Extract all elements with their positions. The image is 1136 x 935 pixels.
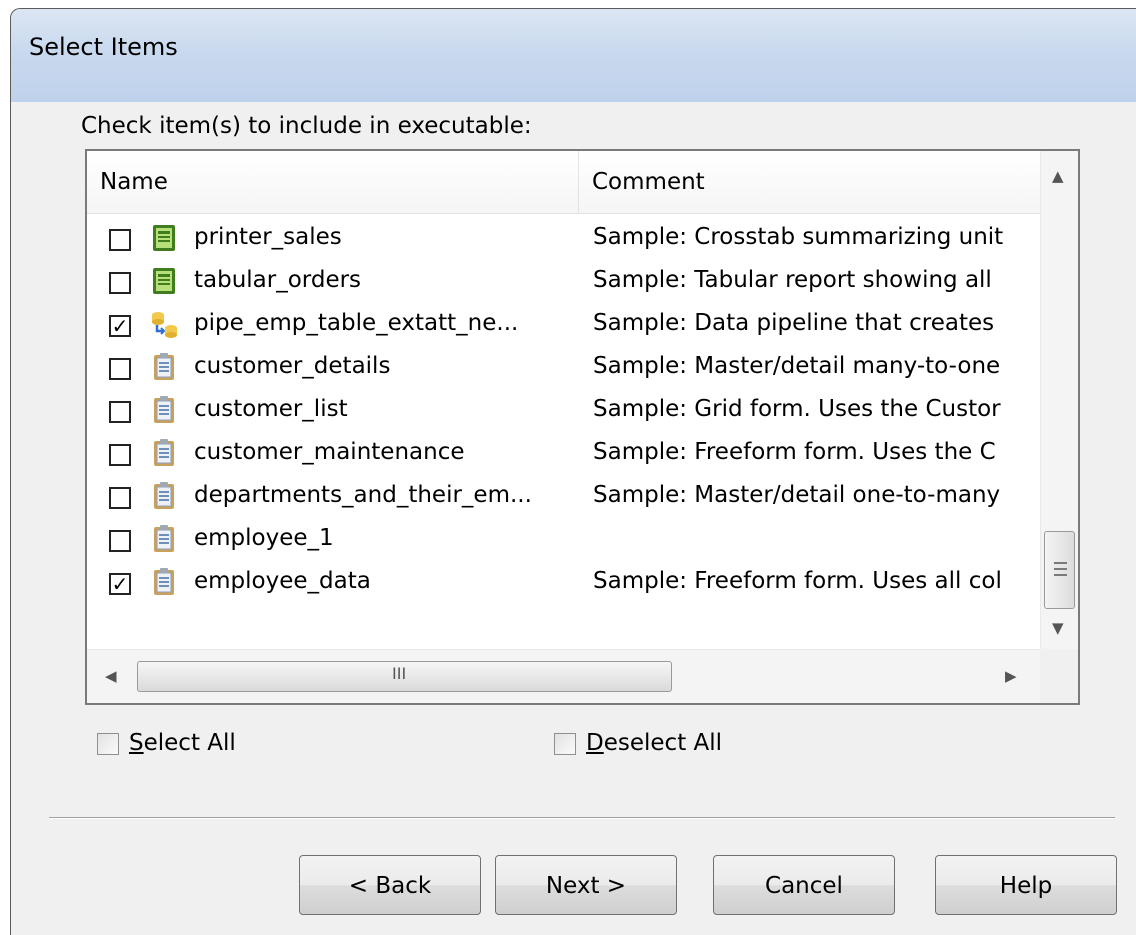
item-checkbox[interactable]: ✓ (109, 315, 131, 337)
item-checkbox[interactable] (109, 444, 131, 466)
list-item[interactable]: tabular_orders Sample: Tabular report sho… (87, 260, 1040, 303)
select-items-dialog: Select Items Check item(s) to include in… (10, 8, 1136, 935)
list-rows: printer_sales Sample: Crosstab summarizin… (87, 217, 1040, 649)
item-comment: Sample: Tabular report showing all (593, 267, 992, 293)
item-checkbox[interactable] (109, 272, 131, 294)
items-listview[interactable]: Name Comment printer_sales Sample: Crosst… (85, 149, 1080, 705)
item-name: customer_maintenance (194, 439, 465, 465)
pipeline-icon (149, 309, 179, 339)
scroll-up-arrow-icon[interactable]: ▲ (1052, 167, 1064, 185)
list-item[interactable]: ✓ employee_data Sample: Freeform form. Use… (87, 561, 1040, 604)
form-icon (149, 352, 179, 382)
item-checkbox[interactable] (109, 358, 131, 380)
help-button[interactable]: Help (935, 855, 1117, 915)
horizontal-scroll-thumb[interactable]: III (137, 661, 672, 692)
form-icon (149, 395, 179, 425)
list-item[interactable]: customer_list Sample: Grid form. Uses the… (87, 389, 1040, 432)
separator-line (49, 817, 1115, 819)
list-prompt-label: Check item(s) to include in executable: (81, 113, 532, 139)
select-all-checkbox[interactable]: Select All (97, 730, 236, 756)
deselect-all-checkbox[interactable]: Deselect All (554, 730, 722, 756)
item-comment: Sample: Master/detail one-to-many (593, 482, 1001, 508)
item-name: pipe_emp_table_extatt_ne... (194, 310, 519, 336)
item-checkbox[interactable] (109, 229, 131, 251)
column-headers: Name Comment (87, 151, 1040, 214)
item-name: customer_details (194, 353, 391, 379)
vertical-scroll-thumb[interactable] (1044, 531, 1075, 609)
item-name: tabular_orders (194, 267, 362, 293)
item-name: employee_1 (194, 525, 334, 551)
item-comment: Sample: Freeform form. Uses all col (593, 568, 1002, 594)
scroll-down-arrow-icon[interactable]: ▼ (1052, 619, 1064, 637)
form-icon (149, 524, 179, 554)
item-comment: Sample: Master/detail many-to-one (593, 353, 1001, 379)
cancel-button[interactable]: Cancel (713, 855, 895, 915)
list-item[interactable]: ✓ pipe_emp_table_extatt_ne... Sample: Data… (87, 303, 1040, 346)
next-button[interactable]: Next > (495, 855, 677, 915)
vertical-scrollbar[interactable]: ▲ ▼ (1040, 151, 1078, 649)
list-item[interactable]: employee_1 (87, 518, 1040, 561)
item-checkbox[interactable] (109, 487, 131, 509)
column-header-comment[interactable]: Comment (579, 151, 1040, 214)
back-button[interactable]: < Back (299, 855, 481, 915)
item-name: employee_data (194, 568, 371, 594)
scrollbar-corner (1040, 649, 1078, 703)
item-comment: Sample: Grid form. Uses the Custor (593, 396, 1001, 422)
scroll-right-arrow-icon[interactable]: ▶ (1005, 667, 1017, 685)
report-icon (149, 266, 179, 296)
list-item[interactable]: printer_sales Sample: Crosstab summarizin… (87, 217, 1040, 260)
item-name: departments_and_their_em... (194, 482, 532, 508)
dialog-header: Select Items (11, 9, 1136, 102)
scroll-left-arrow-icon[interactable]: ◀ (105, 667, 117, 685)
item-name: customer_list (194, 396, 348, 422)
item-checkbox[interactable]: ✓ (109, 573, 131, 595)
form-icon (149, 567, 179, 597)
horizontal-scrollbar[interactable]: ◀ III ▶ (87, 649, 1040, 703)
column-header-name[interactable]: Name (87, 151, 579, 214)
form-icon (149, 438, 179, 468)
item-comment: Sample: Freeform form. Uses the C (593, 439, 996, 465)
list-item[interactable]: customer_maintenance Sample: Freeform for… (87, 432, 1040, 475)
report-icon (149, 223, 179, 253)
item-comment: Sample: Data pipeline that creates (593, 310, 995, 336)
list-item[interactable]: departments_and_their_em... Sample: Maste… (87, 475, 1040, 518)
select-all-box[interactable] (97, 732, 119, 755)
item-name: printer_sales (194, 224, 342, 250)
item-comment: Sample: Crosstab summarizing unit (593, 224, 1004, 250)
scroll-grip-icon: III (392, 664, 407, 683)
form-icon (149, 481, 179, 511)
list-item[interactable]: customer_details Sample: Master/detail ma… (87, 346, 1040, 389)
deselect-all-box[interactable] (554, 732, 576, 755)
dialog-title: Select Items (29, 33, 178, 61)
item-checkbox[interactable] (109, 530, 131, 552)
item-checkbox[interactable] (109, 401, 131, 423)
